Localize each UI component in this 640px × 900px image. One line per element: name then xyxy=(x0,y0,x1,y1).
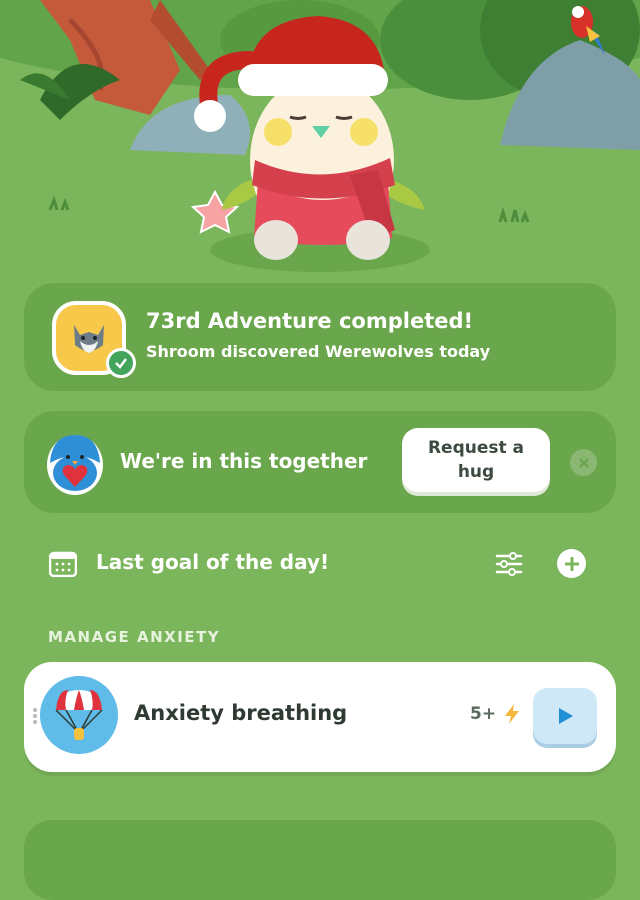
activity-title: Anxiety breathing xyxy=(134,701,348,725)
hug-title: We're in this together xyxy=(120,449,368,473)
adventure-title: 73rd Adventure completed! xyxy=(146,309,474,333)
next-activity-card[interactable] xyxy=(24,820,616,900)
pet-scene-illustration xyxy=(0,0,640,280)
adventure-subtitle: Shroom discovered Werewolves today xyxy=(146,342,491,361)
parachute-icon xyxy=(55,690,103,740)
calendar-icon xyxy=(49,551,77,577)
goal-title: Last goal of the day! xyxy=(96,550,330,574)
section-label: MANAGE ANXIETY xyxy=(48,628,221,646)
activity-points: 5+ xyxy=(470,704,497,724)
filter-icon[interactable] xyxy=(495,551,523,577)
activity-icon-bg xyxy=(40,676,118,754)
request-hug-button[interactable]: Request a hug xyxy=(402,428,550,492)
hug-avatar-icon xyxy=(47,435,103,495)
add-goal-button[interactable] xyxy=(557,549,586,578)
add-icon xyxy=(564,556,579,571)
drag-handle-icon[interactable] xyxy=(32,707,38,725)
close-icon[interactable] xyxy=(570,449,597,476)
request-hug-label: Request a hug xyxy=(427,438,525,482)
pet-scene xyxy=(0,0,640,280)
play-icon xyxy=(559,708,573,724)
bolt-icon xyxy=(505,704,519,724)
play-button[interactable] xyxy=(533,688,597,744)
check-icon xyxy=(106,348,136,378)
